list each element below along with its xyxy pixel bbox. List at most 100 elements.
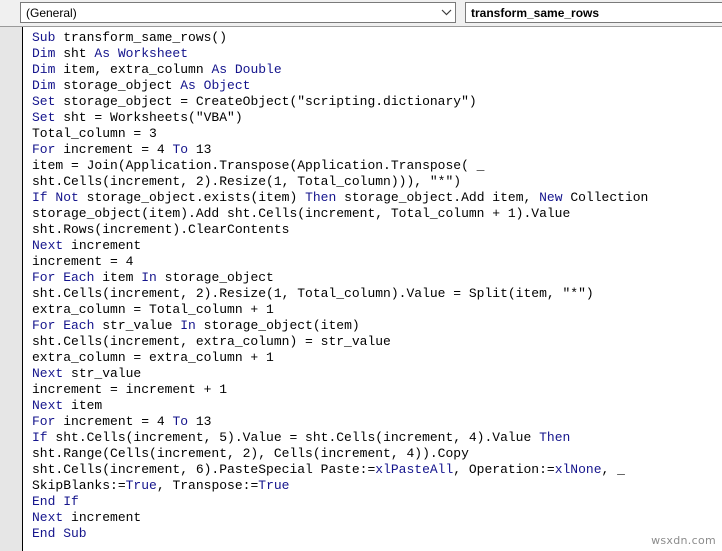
code-line[interactable]: increment = increment + 1 [32,382,648,398]
code-keyword: To [172,414,189,429]
code-text: sht.Cells(increment, extra_column) = str… [32,334,391,349]
code-line[interactable]: extra_column = extra_column + 1 [32,350,648,366]
code-keyword: Next [32,398,64,413]
code-keyword: Set [32,94,56,109]
code-line[interactable]: Dim sht As Worksheet [32,46,648,62]
code-text: sht.Cells(increment, 2).Resize(1, Total_… [32,174,462,189]
code-keyword: Dim [32,78,56,93]
code-line[interactable]: extra_column = Total_column + 1 [32,302,648,318]
code-line[interactable]: Set sht = Worksheets("VBA") [32,110,648,126]
code-text: sht.Range(Cells(increment, 2), Cells(inc… [32,446,469,461]
code-line[interactable]: For Each str_value In storage_object(ite… [32,318,648,334]
vba-code-window: (General) transform_same_rows Sub transf… [0,0,722,551]
code-line[interactable]: If sht.Cells(increment, 5).Value = sht.C… [32,430,648,446]
code-line[interactable]: sht.Rows(increment).ClearContents [32,222,648,238]
code-text: str_value [63,366,142,381]
code-text: SkipBlanks:= [32,478,126,493]
code-keyword: If Not [32,190,79,205]
code-line[interactable]: Dim storage_object As Object [32,78,648,94]
code-line[interactable]: For increment = 4 To 13 [32,414,648,430]
watermark: wsxdn.com [651,534,716,547]
code-text: , Operation:= [453,462,555,477]
code-text: storage_object.exists(item) [78,190,306,205]
code-text: storage_object [156,270,274,285]
code-keyword: End Sub [32,526,87,541]
code-text: increment = 4 [32,254,134,269]
code-keyword: Next [32,510,64,525]
code-line[interactable]: End If [32,494,648,510]
code-line[interactable]: Next increment [32,238,648,254]
code-line[interactable]: Next item [32,398,648,414]
procedure-dropdown-value: transform_same_rows [471,5,600,20]
code-keyword: Dim [32,62,56,77]
code-text-area[interactable]: Sub transform_same_rows() Dim sht As Work… [24,27,722,551]
code-text: storage_object(item) [195,318,360,333]
code-text: Total_column = 3 [32,126,157,141]
code-keyword: Next [32,238,64,253]
code-line[interactable]: Total_column = 3 [32,126,648,142]
code-keyword: For Each [32,270,95,285]
code-line[interactable]: Set storage_object = CreateObject("scrip… [32,94,648,110]
code-keyword: For [32,414,56,429]
code-text: item = Join(Application.Transpose(Applic… [32,158,485,173]
code-keyword: xlPasteAll [375,462,454,477]
object-dropdown[interactable]: (General) [20,2,456,23]
chevron-down-icon[interactable] [438,3,455,22]
code-text: storage_object = CreateObject("scripting… [55,94,477,109]
code-text: item [94,270,142,285]
code-text: sht.Cells(increment, 2).Resize(1, Total_… [32,286,594,301]
code-line[interactable]: For Each item In storage_object [32,270,648,286]
code-window-toolbar: (General) transform_same_rows [0,0,722,27]
code-keyword: As Double [211,62,282,77]
code-line[interactable]: SkipBlanks:=True, Transpose:=True [32,478,648,494]
code-text: sht.Rows(increment).ClearContents [32,222,290,237]
code-lines[interactable]: Sub transform_same_rows() Dim sht As Work… [32,30,648,542]
code-line[interactable]: sht.Cells(increment, 6).PasteSpecial Pas… [32,462,648,478]
code-keyword: True [258,478,290,493]
code-line[interactable]: Next str_value [32,366,648,382]
code-text: storage_object.Add item, [336,190,540,205]
code-keyword: Sub [32,30,56,45]
code-keyword: In [141,270,157,285]
code-keyword: For Each [32,318,95,333]
code-line[interactable]: item = Join(Application.Transpose(Applic… [32,158,648,174]
code-text: storage_object [55,78,181,93]
code-line[interactable]: Dim item, extra_column As Double [32,62,648,78]
code-keyword: End If [32,494,79,509]
code-line[interactable]: increment = 4 [32,254,648,270]
code-keyword: Set [32,110,56,125]
code-text: sht.Cells(increment, 5).Value = sht.Cell… [47,430,540,445]
code-text: increment [63,510,142,525]
code-keyword: Dim [32,46,56,61]
code-text: 13 [188,142,212,157]
code-text: extra_column = Total_column + 1 [32,302,274,317]
code-keyword: Then [539,430,571,445]
code-keyword: Next [32,366,64,381]
code-text: , Transpose:= [156,478,259,493]
code-text: extra_column = extra_column + 1 [32,350,274,365]
code-text: sht = Worksheets("VBA") [55,110,243,125]
code-line[interactable]: sht.Cells(increment, 2).Resize(1, Total_… [32,286,648,302]
code-keyword: If [32,430,48,445]
code-text: , _ [601,462,625,477]
code-text: 13 [188,414,212,429]
procedure-dropdown[interactable]: transform_same_rows [465,2,722,23]
code-pane[interactable]: Sub transform_same_rows() Dim sht As Work… [0,27,722,551]
code-line[interactable]: End Sub [32,526,648,542]
code-keyword: New [539,190,563,205]
object-dropdown-value: (General) [26,5,77,20]
code-line[interactable]: Sub transform_same_rows() [32,30,648,46]
code-keyword: In [180,318,196,333]
code-line[interactable]: storage_object(item).Add sht.Cells(incre… [32,206,648,222]
margin-indicator-bar[interactable] [0,27,23,551]
code-text: item [63,398,103,413]
code-keyword: As Worksheet [94,46,189,61]
code-line[interactable]: Next increment [32,510,648,526]
code-line[interactable]: sht.Cells(increment, extra_column) = str… [32,334,648,350]
code-line[interactable]: If Not storage_object.exists(item) Then … [32,190,648,206]
code-keyword: Then [305,190,337,205]
code-line[interactable]: sht.Cells(increment, 2).Resize(1, Total_… [32,174,648,190]
code-line[interactable]: For increment = 4 To 13 [32,142,648,158]
code-line[interactable]: sht.Range(Cells(increment, 2), Cells(inc… [32,446,648,462]
code-text: increment = increment + 1 [32,382,228,397]
